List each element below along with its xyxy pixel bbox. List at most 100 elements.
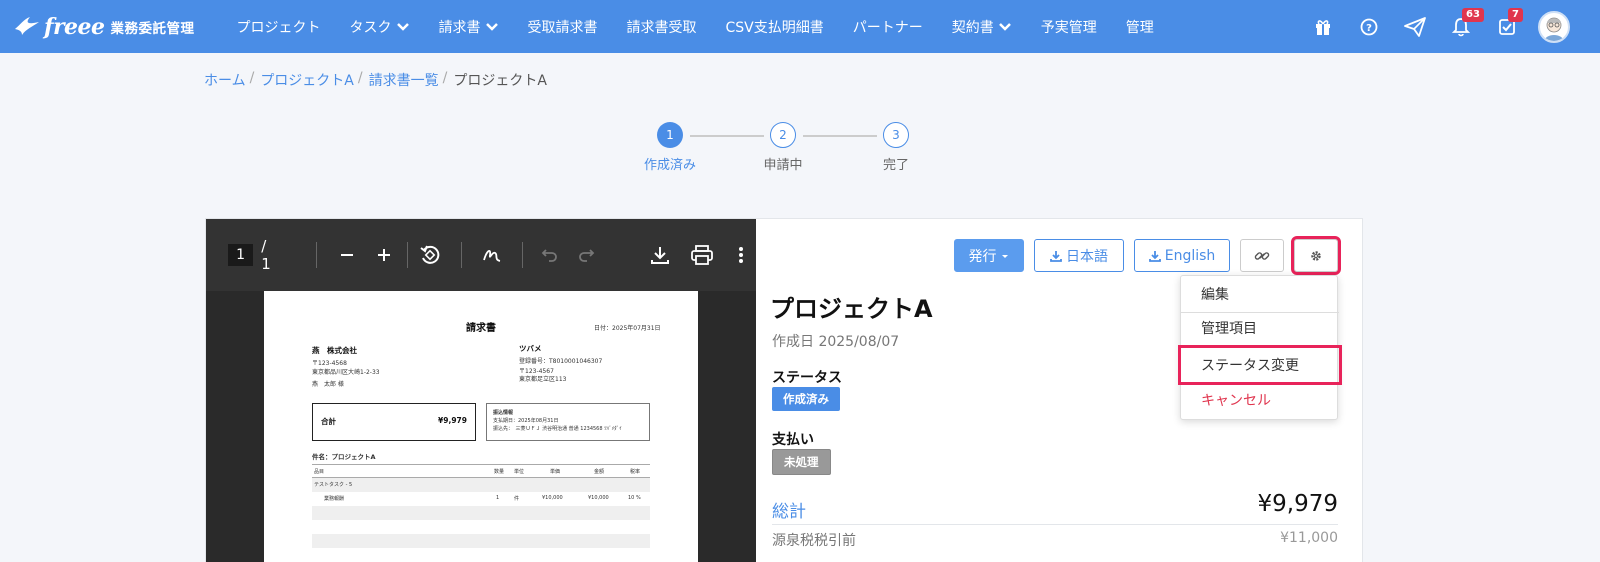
more-options-button[interactable]	[727, 235, 756, 275]
breadcrumb: ホーム / プロジェクトA / 請求書一覧 / プロジェクトA	[204, 70, 547, 90]
download-pdf-button[interactable]	[641, 235, 678, 275]
breadcrumb-separator: /	[249, 70, 255, 86]
draw-button[interactable]	[474, 235, 511, 275]
issuer-address: 東京都足立区113	[519, 376, 567, 383]
print-button[interactable]	[684, 235, 721, 275]
top-navbar: freee 業務委託管理 プロジェクト タスク 請求書 受取請求書 請求書受取 …	[0, 0, 1600, 53]
step-number: 2	[770, 122, 796, 148]
swallow-logo-icon	[15, 16, 39, 35]
nav-item-invoices[interactable]: 請求書	[424, 0, 513, 53]
toolbar-separator	[460, 242, 462, 268]
gear-icon	[1311, 250, 1321, 261]
chevron-down-icon	[396, 22, 409, 31]
breadcrumb-project[interactable]: プロジェクトA	[260, 70, 354, 90]
chevron-down-icon	[485, 22, 498, 31]
download-icon	[650, 247, 669, 264]
payment-destination: 振込先： 三菱ＵＦＪ 渋谷明治通 普通 1234568 ﾂﾊﾞﾒﾀﾞｲ	[493, 426, 622, 432]
step-created: 1 作成済み	[640, 122, 700, 173]
send-button[interactable]	[1392, 0, 1438, 53]
breadcrumb-home[interactable]: ホーム	[204, 70, 246, 90]
undo-icon	[541, 249, 557, 262]
menu-item-management-fields[interactable]: 管理項目	[1181, 310, 1339, 346]
breadcrumb-current: プロジェクトA	[453, 73, 547, 89]
tasks-badge: 7	[1508, 8, 1523, 22]
invoice-table-group: テストタスク - 5	[312, 478, 650, 492]
total-label[interactable]: 総計	[772, 497, 806, 522]
undo-button[interactable]	[535, 235, 564, 275]
menu-item-cancel[interactable]: キャンセル	[1181, 382, 1339, 418]
nav-menu: プロジェクト タスク 請求書 受取請求書 請求書受取 CSV支払明細書 パートナ…	[222, 0, 1168, 53]
breadcrumb-invoice-list[interactable]: 請求書一覧	[369, 70, 439, 90]
link-icon	[1254, 251, 1270, 260]
payment-info-box: 振込情報 支払期日：2025年08月31日 振込先： 三菱ＵＦＪ 渋谷明治通 普…	[486, 403, 650, 441]
nav-item-csv-statements[interactable]: CSV支払明細書	[711, 0, 838, 53]
nav-item-admin[interactable]: 管理	[1111, 0, 1168, 53]
question-icon: ?	[1360, 18, 1378, 35]
redo-icon	[578, 249, 595, 262]
zoom-in-button[interactable]	[366, 235, 403, 275]
page-number-input[interactable]: 1	[228, 244, 254, 266]
invoice-total-label: 合計	[321, 417, 336, 426]
zoom-out-button[interactable]	[329, 235, 366, 275]
nav-item-budget[interactable]: 予実管理	[1026, 0, 1111, 53]
user-avatar[interactable]	[1538, 10, 1570, 43]
gift-button[interactable]	[1300, 0, 1346, 53]
notifications-button[interactable]: 63	[1438, 0, 1484, 53]
redo-button[interactable]	[564, 235, 607, 275]
paper-plane-icon	[1404, 16, 1426, 37]
nav-item-invoice-receipt[interactable]: 請求書受取	[612, 0, 711, 53]
invoice-total-box: 合計 ¥9,979	[312, 403, 476, 441]
project-title: プロジェクトA	[770, 295, 933, 323]
vertical-dots-icon	[739, 247, 744, 263]
invoice-table-header: 品目 数量 単位 単価 金額 税率	[312, 464, 650, 478]
signature-icon	[483, 249, 501, 262]
download-japanese-button[interactable]: 日本語	[1034, 239, 1124, 272]
pdf-viewer: 1 / 1 請求書 日付：2025年07月31日 燕 株式会社 〒123-456…	[206, 219, 756, 562]
nav-item-tasks[interactable]: タスク	[335, 0, 424, 53]
client-address: 東京都品川区大崎1-2-33	[312, 369, 380, 376]
nav-item-partners[interactable]: パートナー	[838, 0, 937, 53]
row-qty: 1	[496, 495, 500, 501]
rotate-icon	[420, 245, 440, 264]
page-total: / 1	[261, 237, 271, 273]
rotate-button[interactable]	[412, 235, 449, 275]
row-unit: 件	[514, 496, 520, 502]
group-name: テストタスク - 5	[314, 482, 353, 488]
plus-icon	[378, 249, 391, 261]
copy-link-button[interactable]	[1240, 239, 1284, 272]
issue-button[interactable]: 発行	[954, 239, 1024, 272]
svg-text:?: ?	[1366, 23, 1372, 34]
nav-item-projects[interactable]: プロジェクト	[222, 0, 335, 53]
brand-product: 業務委託管理	[110, 20, 195, 37]
brand-logo[interactable]: freee 業務委託管理	[14, 14, 214, 40]
invoice-table-empty-row	[312, 534, 650, 548]
nav-item-contracts[interactable]: 契約書	[937, 0, 1026, 53]
invoice-date: 日付：2025年07月31日	[594, 325, 661, 332]
nav-item-received-invoices[interactable]: 受取請求書	[513, 0, 612, 53]
settings-button[interactable]	[1291, 236, 1341, 275]
payment-label: 支払い	[772, 432, 814, 448]
divider	[772, 524, 1338, 525]
download-icon	[1050, 250, 1062, 262]
menu-item-edit[interactable]: 編集	[1181, 276, 1339, 312]
download-english-button[interactable]: English	[1134, 239, 1230, 272]
settings-dropdown-menu: 編集 管理項目 ステータス変更 キャンセル	[1178, 275, 1342, 420]
col-item: 品目	[314, 469, 325, 475]
tasks-button[interactable]: 7	[1484, 0, 1530, 53]
download-icon	[1148, 250, 1161, 262]
col-tax: 税率	[630, 469, 641, 475]
caret-down-icon	[1001, 254, 1008, 258]
toolbar-separator	[316, 242, 317, 268]
nav-right-icons: ? 63 7	[1300, 0, 1600, 53]
pdf-toolbar: 1 / 1	[206, 219, 756, 291]
step-number: 3	[883, 122, 909, 148]
notifications-badge: 63	[1462, 8, 1484, 22]
help-button[interactable]: ?	[1346, 0, 1392, 53]
menu-item-change-status[interactable]: ステータス変更	[1178, 345, 1342, 385]
step-label: 完了	[882, 158, 909, 173]
invoice-subject: 件名：プロジェクトA	[312, 453, 376, 461]
invoice-paper: 請求書 日付：2025年07月31日 燕 株式会社 〒123-4568 東京都品…	[264, 291, 698, 562]
toolbar-separator	[406, 242, 408, 268]
col-unit: 単位	[514, 469, 525, 475]
issuer-name: ツバメ	[519, 344, 542, 353]
